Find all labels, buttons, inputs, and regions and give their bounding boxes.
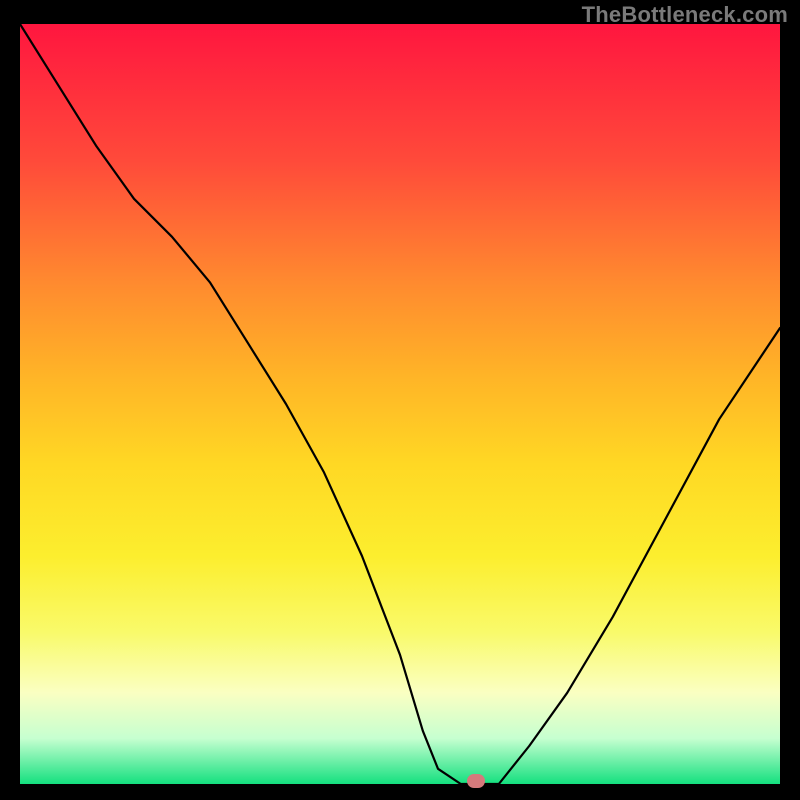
minimum-marker: [467, 774, 485, 788]
curve-svg: [20, 24, 780, 784]
chart-frame: TheBottleneck.com: [0, 0, 800, 800]
bottleneck-curve: [20, 24, 780, 784]
plot-area: [20, 24, 780, 784]
